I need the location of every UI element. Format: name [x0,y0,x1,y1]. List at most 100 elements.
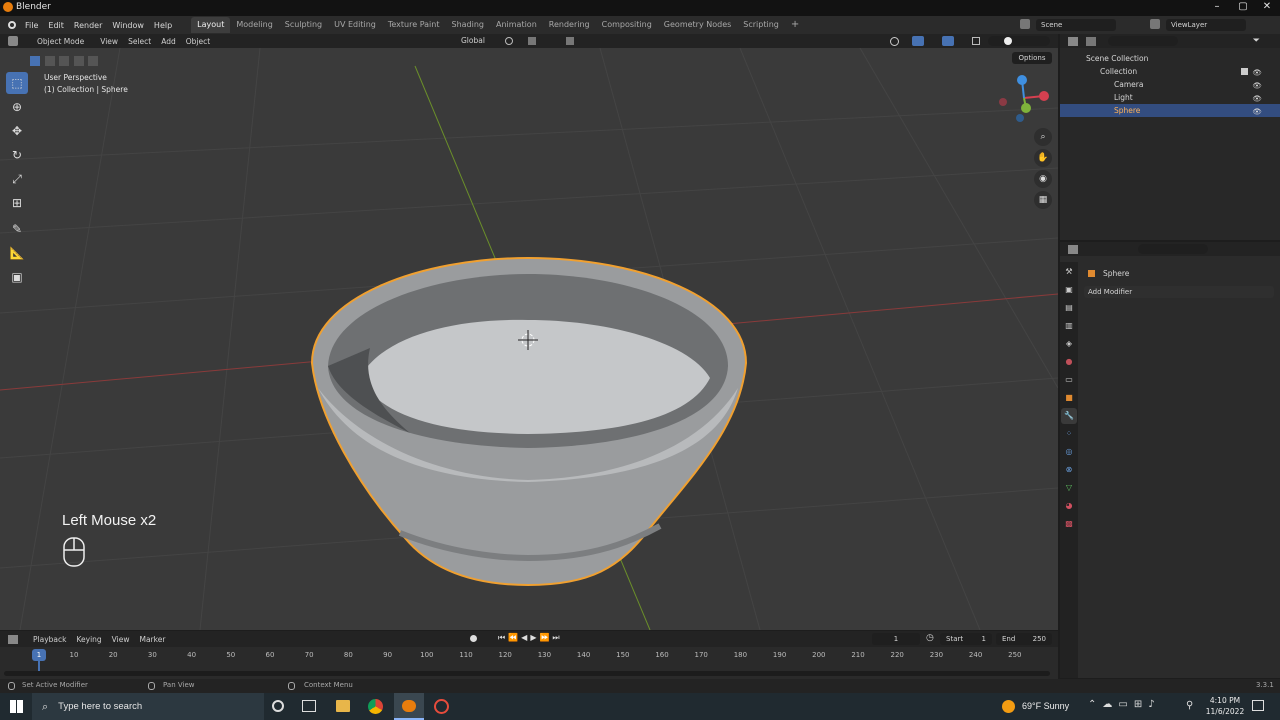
material-tab-icon[interactable]: ◕ [1061,498,1077,514]
screen-recorder-icon[interactable] [434,699,449,714]
playhead-marker[interactable]: 1 [32,649,46,661]
chrome-icon[interactable] [368,699,383,714]
measure-tool-icon[interactable]: 📐 [6,242,28,264]
select-intersect-icon[interactable] [88,56,99,66]
editor-type-icon[interactable] [8,36,18,46]
world-tab-icon[interactable]: ● [1061,354,1077,370]
record-icon[interactable] [470,635,477,642]
timeline-editor-icon[interactable] [8,634,18,644]
view-layer-tab-icon[interactable]: ▥ [1061,318,1077,334]
tool-tab-icon[interactable]: ⚒ [1061,264,1077,280]
select-extend-icon[interactable] [44,56,55,66]
menu-window[interactable]: Window [107,21,149,30]
maximize-button[interactable]: ▢ [1232,1,1254,15]
rotate-tool-icon[interactable]: ↻ [6,144,28,166]
add-workspace-button[interactable]: + [785,17,805,33]
camera-view-icon[interactable]: ◉ [1034,170,1052,188]
properties-search-input[interactable] [1138,244,1208,254]
texture-tab-icon[interactable]: ▩ [1061,516,1077,532]
physics-tab-icon[interactable]: ◎ [1061,444,1077,460]
snap-icon[interactable] [528,37,536,45]
cortana-icon[interactable] [272,700,284,712]
proportional-edit-icon[interactable] [566,37,574,45]
transform-tool-icon[interactable]: ⊞ [6,192,28,214]
overlay-toggle-icon[interactable] [942,36,954,46]
tab-modeling[interactable]: Modeling [230,17,278,33]
visibility-icon[interactable] [890,37,899,46]
viewport-options-button[interactable]: Options [1012,52,1052,64]
tab-geometry-nodes[interactable]: Geometry Nodes [658,17,737,33]
move-tool-icon[interactable]: ✥ [6,120,28,142]
tab-uv-editing[interactable]: UV Editing [328,17,382,33]
select-subtract-icon[interactable] [59,56,70,66]
tab-compositing[interactable]: Compositing [596,17,658,33]
tab-layout[interactable]: Layout [191,17,231,33]
view-layer-selector[interactable]: ViewLayer [1166,19,1246,31]
taskbar-blender-app[interactable] [394,693,424,720]
clock-date[interactable]: 11/6/2022 [1204,707,1246,716]
scene-tab-icon[interactable]: ◈ [1061,336,1077,352]
task-view-icon[interactable] [302,700,316,712]
zoom-icon[interactable]: ⌕ [1034,128,1052,146]
shading-mode-group[interactable] [988,36,1050,46]
object-tab-icon[interactable]: ■ [1061,390,1077,406]
constraints-tab-icon[interactable]: ⊗ [1061,462,1077,478]
xray-icon[interactable] [972,37,980,45]
render-tab-icon[interactable]: ▣ [1061,282,1077,298]
scene-selector[interactable]: Scene [1036,19,1116,31]
sphere-visibility-icon[interactable]: 👁 [1252,105,1262,118]
start-frame-field[interactable]: Start 1 [940,633,992,645]
filter-icon[interactable]: ⏷ [1253,36,1260,46]
weather-text[interactable]: 69°F Sunny [1022,701,1069,711]
add-cube-tool-icon[interactable]: ▣ [6,266,28,288]
cursor-tool-icon[interactable]: ⊕ [6,96,28,118]
menu-playback[interactable]: Playback [28,635,71,644]
menu-render[interactable]: Render [69,21,107,30]
output-tab-icon[interactable]: ▤ [1061,300,1077,316]
menu-select[interactable]: Select [123,37,156,46]
menu-timeline-view[interactable]: View [107,635,135,644]
action-center-icon[interactable] [1252,700,1264,711]
menu-help[interactable]: Help [149,21,177,30]
frame-ruler[interactable]: 10 20 30 40 50 60 70 80 90 100 110 120 130 140 150 160 1… [0,649,1058,663]
menu-object[interactable]: Object [181,37,215,46]
select-new-icon[interactable] [30,56,40,66]
menu-marker[interactable]: Marker [134,635,170,644]
display-mode-icon[interactable] [1086,36,1096,46]
outliner-item-light[interactable]: Light 👁 [1060,91,1280,104]
bowl-mesh[interactable] [310,256,748,587]
select-box-tool-icon[interactable]: ⬚ [6,72,28,94]
particles-tab-icon[interactable]: ⁘ [1061,426,1077,442]
tab-shading[interactable]: Shading [445,17,490,33]
tab-animation[interactable]: Animation [490,17,543,33]
blender-menu-icon[interactable] [8,21,16,29]
menu-keying[interactable]: Keying [71,635,106,644]
modifier-tab-icon[interactable]: 🔧 [1061,408,1077,424]
tab-sculpting[interactable]: Sculpting [279,17,328,33]
current-frame-field[interactable]: 1 [872,633,920,645]
add-modifier-button[interactable]: Add Modifier [1084,286,1274,298]
outliner-scene-collection[interactable]: Scene Collection [1060,52,1280,65]
pan-hand-icon[interactable]: ✋ [1034,149,1052,167]
close-window-button[interactable]: ✕ [1256,1,1278,15]
minimize-button[interactable]: – [1206,1,1228,15]
menu-view[interactable]: View [95,37,123,46]
annotate-tool-icon[interactable]: ✎ [6,218,28,240]
3d-viewport[interactable]: User Perspective (1) Collection | Sphere… [0,48,1058,630]
menu-add[interactable]: Add [156,37,181,46]
collection-tab-icon[interactable]: ▭ [1061,372,1077,388]
notification-tray-icon[interactable]: ⚲ [1186,700,1193,711]
file-explorer-icon[interactable] [336,700,350,712]
menu-edit[interactable]: Edit [43,21,69,30]
windows-start-icon[interactable] [10,700,23,713]
preview-range-icon[interactable]: ◷ [926,633,934,643]
outliner-search-input[interactable] [1108,36,1178,46]
gizmo-toggle-icon[interactable] [912,36,924,46]
menu-file[interactable]: File [20,21,43,30]
timeline-scrollbar[interactable] [4,671,1050,676]
outliner-editor-icon[interactable] [1068,36,1078,46]
data-tab-icon[interactable]: ▽ [1061,480,1077,496]
properties-editor-icon[interactable] [1068,244,1078,254]
pivot-icon[interactable] [505,37,513,45]
transform-orientation-selector[interactable]: Global [456,36,490,45]
